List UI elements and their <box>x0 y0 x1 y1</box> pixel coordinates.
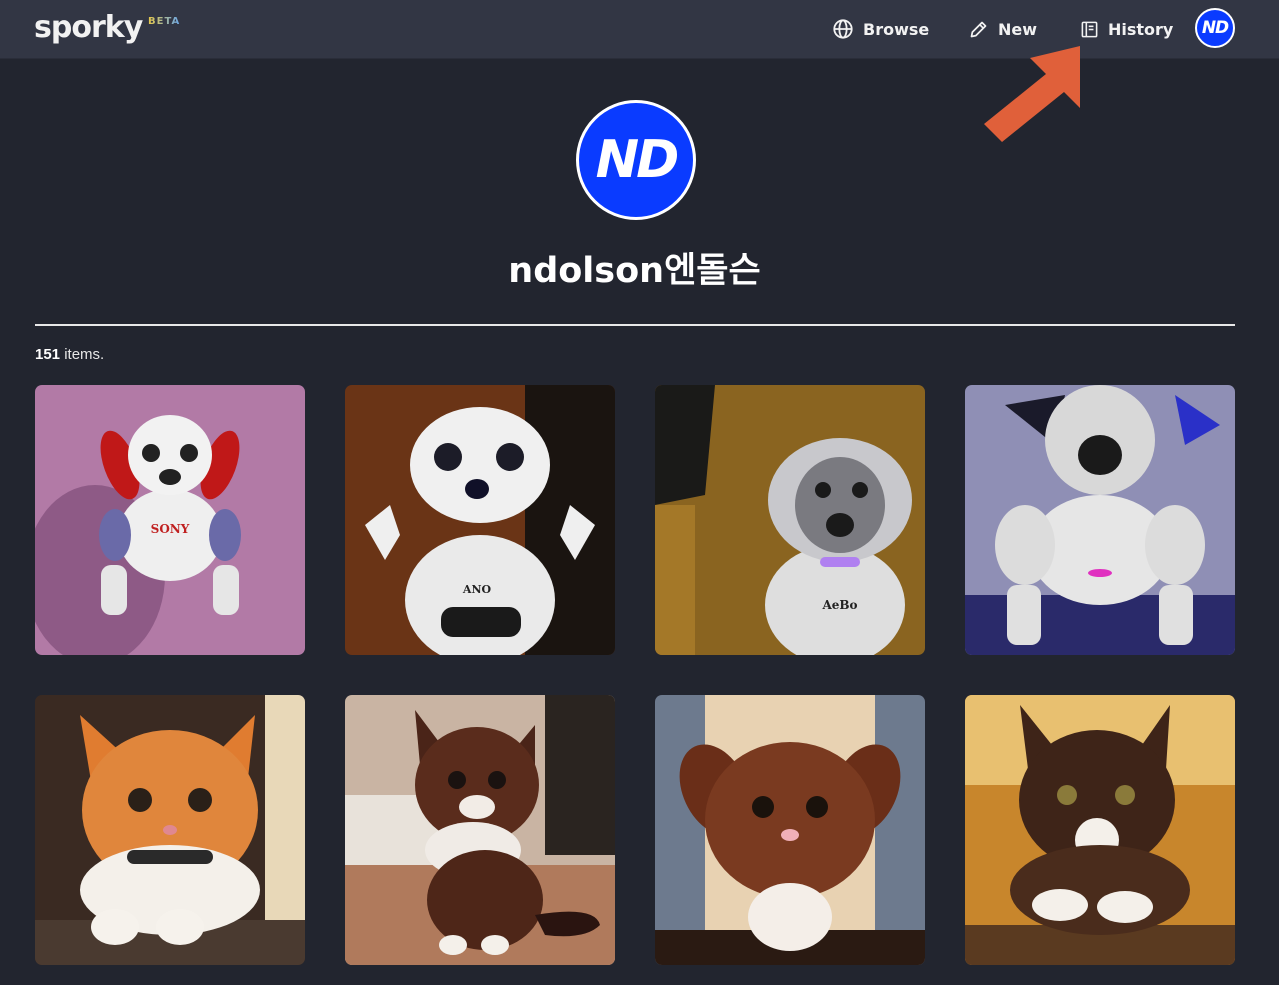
profile-username: ndolson엔돌슨 <box>508 251 761 291</box>
gallery-tile-kitten[interactable] <box>345 695 615 965</box>
history-icon <box>1080 20 1099 39</box>
beta-badge: BETA <box>148 16 181 27</box>
gallery-tile-robot-dog[interactable]: ANO <box>345 385 615 655</box>
globe-icon <box>832 18 854 40</box>
profile-avatar: ND <box>576 100 696 220</box>
nav-new-label: New <box>998 19 1038 39</box>
item-count-number: 151 <box>35 346 61 363</box>
nav-history-label: History <box>1108 19 1174 39</box>
gallery-tile-kitten[interactable] <box>655 695 925 965</box>
gallery-tile-robot-dog[interactable]: SONY <box>35 385 305 655</box>
nav-new-link[interactable]: New <box>968 15 1037 43</box>
nav-history-link[interactable]: History <box>1080 15 1173 43</box>
annotation-arrow-icon <box>984 46 1080 147</box>
gallery-tile-robot-dog[interactable]: AeBo <box>655 385 925 655</box>
item-count-suffix: items. <box>64 346 105 363</box>
robot-label: AeBo <box>821 598 857 612</box>
item-count: 151 items. <box>35 346 104 363</box>
image-gallery-grid: SONY ANO AeBo <box>35 385 1235 965</box>
divider <box>35 324 1235 326</box>
gallery-tile-kitten[interactable] <box>965 695 1235 965</box>
sporky-logo[interactable]: sporky <box>34 10 143 46</box>
gallery-tile-kitten[interactable] <box>35 695 305 965</box>
top-navigation-bar: sporky BETA Browse New History ND <box>0 0 1279 59</box>
robot-label: ANO <box>462 583 492 596</box>
robot-label: SONY <box>151 522 190 536</box>
pencil-icon <box>968 19 989 40</box>
nav-browse-label: Browse <box>863 19 930 39</box>
user-avatar-menu[interactable]: ND <box>1195 8 1235 48</box>
nav-browse-link[interactable]: Browse <box>832 15 929 43</box>
gallery-tile-robot-dog[interactable] <box>965 385 1235 655</box>
